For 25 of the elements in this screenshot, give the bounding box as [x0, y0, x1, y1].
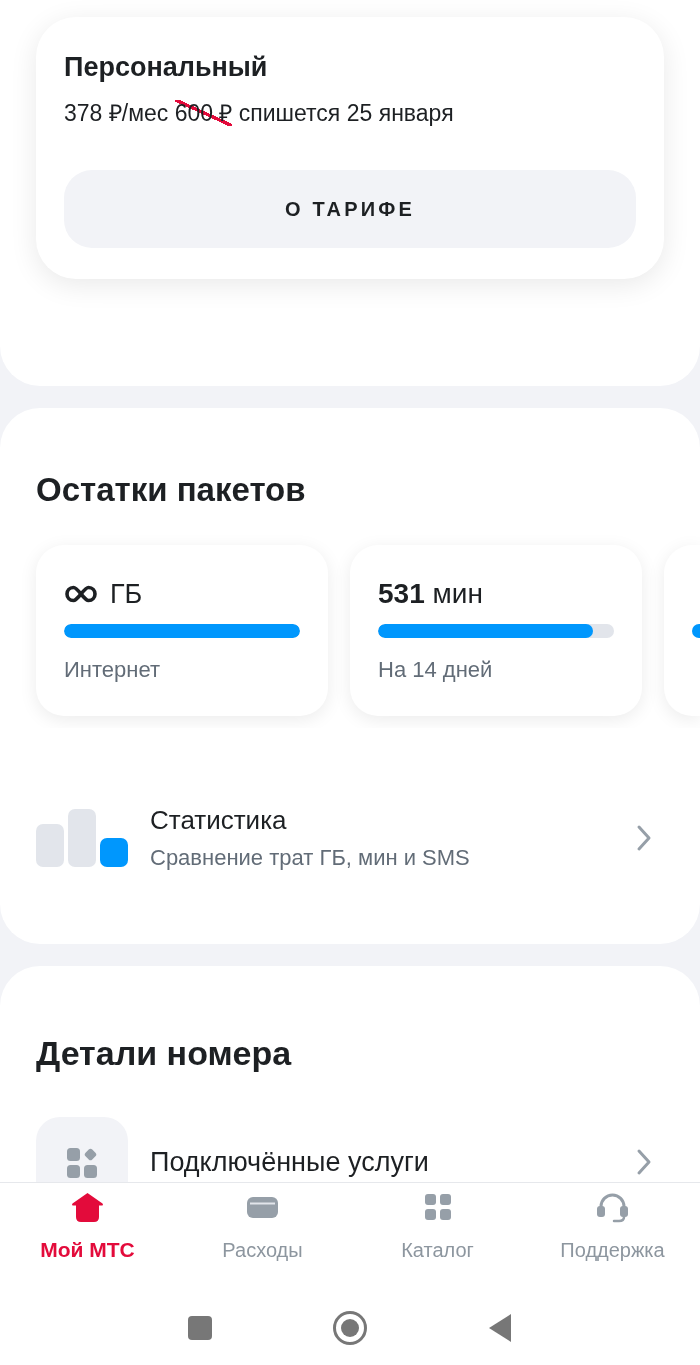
package-amount: 531 мин: [378, 578, 483, 610]
list-item-subtitle: Сравнение трат ГБ, мин и SMS: [150, 844, 470, 872]
package-card[interactable]: ГБ Интернет: [36, 545, 328, 716]
section-title: Детали номера: [36, 1033, 292, 1073]
nav-tab[interactable]: Мой МТС: [40, 1191, 135, 1262]
package-caption: Интернет: [64, 656, 160, 684]
tariff-name: Персональный: [64, 51, 268, 84]
credit-card-icon: [247, 1196, 278, 1218]
about-tariff-button[interactable]: О ТАРИФЕ: [64, 170, 636, 248]
ring-icon[interactable]: [333, 1310, 367, 1345]
list-item-title[interactable]: Статистика: [150, 804, 287, 836]
back-icon[interactable]: [488, 1312, 512, 1343]
section-title: Остатки пакетов: [36, 470, 306, 510]
list-item-title[interactable]: Подключённые услуги: [150, 1146, 429, 1178]
grid-icon: [424, 1194, 451, 1220]
bar-chart-icon: [36, 809, 128, 867]
home-icon: [71, 1191, 104, 1223]
infinity-icon: [64, 584, 98, 604]
chevron-right-icon: [636, 824, 652, 852]
headset-icon: [596, 1191, 629, 1223]
package-unit: ГБ: [110, 578, 143, 610]
square-icon[interactable]: [188, 1315, 212, 1340]
chevron-right-icon: [636, 1148, 652, 1176]
package-caption: На 14 дней: [378, 656, 493, 684]
package-card[interactable]: 531 мин На 14 дней: [350, 545, 642, 716]
